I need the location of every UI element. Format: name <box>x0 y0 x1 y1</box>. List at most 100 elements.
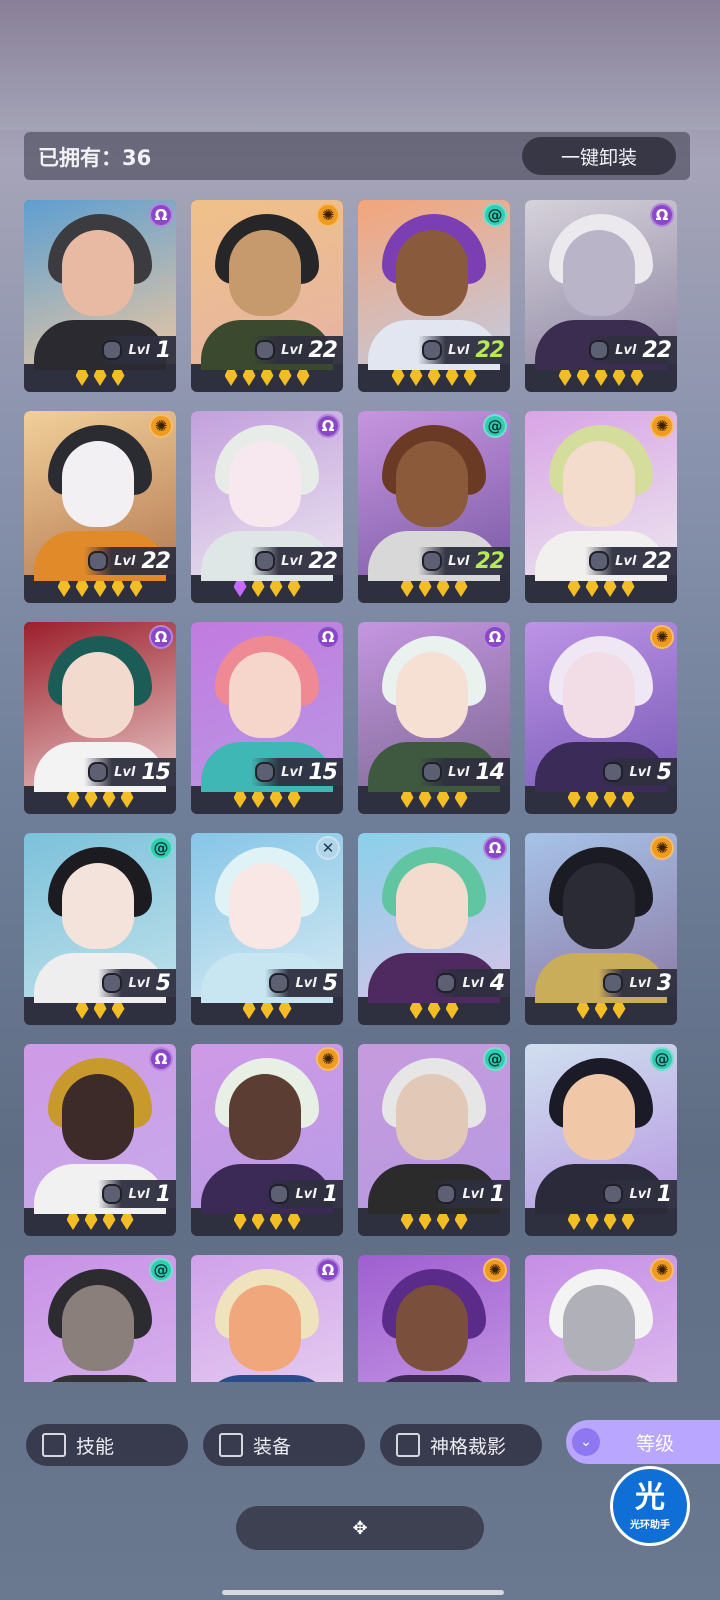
hero-star-rating <box>24 577 176 601</box>
star-gem-icon <box>621 792 635 808</box>
equipment-slot-icon <box>422 551 443 571</box>
skill-filter[interactable]: 技能 <box>26 1424 188 1466</box>
level-prefix: Lvl <box>128 975 150 991</box>
hero-portrait-face <box>62 652 134 738</box>
level-prefix: Lvl <box>448 553 470 569</box>
hero-card[interactable]: ✺ Lvl 22 <box>525 411 677 603</box>
hero-star-rating <box>525 788 677 812</box>
hero-level-value: 5 <box>656 759 672 785</box>
hero-card[interactable]: Ω Lvl 1 <box>24 200 176 392</box>
equipment-slot-icon <box>269 973 290 993</box>
level-prefix: Lvl <box>629 1186 651 1202</box>
hero-star-rating <box>24 788 176 812</box>
star-gem-icon <box>445 370 459 386</box>
star-gem-icon <box>66 792 80 808</box>
home-indicator <box>222 1590 504 1595</box>
star-gem-icon <box>576 1003 590 1019</box>
star-gem-icon <box>630 370 644 386</box>
hero-level-value: 15 <box>141 759 171 785</box>
checkbox-icon <box>42 1433 66 1457</box>
level-sort-label: 等级 <box>636 1432 675 1455</box>
star-gem-icon <box>603 1214 617 1230</box>
hero-star-rating <box>24 999 176 1023</box>
hero-portrait-face <box>229 863 301 949</box>
hero-level-badge: Lvl 1 <box>432 1180 510 1208</box>
hero-grid[interactable]: Ω Lvl 1 ✺ Lvl 22 @ Lvl 22 Ω Lvl 22 ✺ Lvl 22 Ω Lvl 22 @ Lvl 2… <box>24 200 690 1382</box>
hero-card[interactable]: ✺ Lvl 22 <box>191 200 343 392</box>
hero-card[interactable]: ✺ Lvl 22 <box>24 411 176 603</box>
hero-portrait-face <box>396 441 468 527</box>
star-gem-icon <box>102 792 116 808</box>
hero-portrait-face <box>396 863 468 949</box>
hero-card[interactable]: @ Lvl 1 <box>358 1044 510 1236</box>
hero-card[interactable]: Ω Lvl 15 <box>191 622 343 814</box>
hero-card[interactable]: ✺ Lvl 1 <box>191 1044 343 1236</box>
level-prefix: Lvl <box>462 1186 484 1202</box>
unequip-all-button[interactable]: 一键卸装 <box>522 137 676 175</box>
hero-card[interactable]: ✺ Lvl 3 <box>525 833 677 1025</box>
star-gem-icon <box>567 1214 581 1230</box>
hero-card[interactable]: @ Lvl 5 <box>24 833 176 1025</box>
star-gem-icon <box>594 370 608 386</box>
omega-faction-icon: Ω <box>149 625 173 649</box>
hero-card[interactable]: Ω Lvl 15 <box>24 622 176 814</box>
expand-menu-button[interactable]: ✥ <box>236 1506 484 1550</box>
hero-level-value: 1 <box>155 1181 171 1207</box>
hero-card[interactable]: ✕ Lvl 5 <box>191 833 343 1025</box>
star-gem-icon <box>400 1214 414 1230</box>
level-sort-button[interactable]: ⌄ 等级 <box>566 1420 720 1464</box>
equipment-slot-icon <box>255 762 276 782</box>
hero-card[interactable]: @ Lvl 22 <box>358 411 510 603</box>
sun-faction-icon: ✺ <box>316 1047 340 1071</box>
sun-faction-icon: ✺ <box>149 414 173 438</box>
hero-portrait-face <box>62 863 134 949</box>
star-gem-icon <box>418 581 432 597</box>
hero-card[interactable]: Ω <box>191 1255 343 1382</box>
star-gem-icon <box>427 370 441 386</box>
star-gem-icon <box>436 1214 450 1230</box>
hero-portrait-face <box>229 230 301 316</box>
assistant-label: 光环助手 <box>630 1519 670 1531</box>
hero-level-badge: Lvl 1 <box>265 1180 343 1208</box>
hero-card[interactable]: @ <box>24 1255 176 1382</box>
sun-faction-icon: ✺ <box>650 1258 674 1282</box>
hero-card[interactable]: Ω Lvl 22 <box>191 411 343 603</box>
equipment-filter[interactable]: 装备 <box>203 1424 365 1466</box>
hero-card[interactable]: @ Lvl 22 <box>358 200 510 392</box>
hero-portrait-face <box>563 1074 635 1160</box>
hero-level-value: 22 <box>475 337 505 363</box>
star-gem-icon <box>129 581 143 597</box>
omega-faction-icon: Ω <box>316 414 340 438</box>
divinity-filter[interactable]: 神格裁影 <box>380 1424 542 1466</box>
hero-card[interactable]: ✺ <box>525 1255 677 1382</box>
hero-card[interactable]: Ω Lvl 14 <box>358 622 510 814</box>
omega-faction-icon: Ω <box>149 1047 173 1071</box>
level-prefix: Lvl <box>629 764 651 780</box>
star-gem-icon <box>621 581 635 597</box>
skill-filter-label: 技能 <box>76 1435 115 1458</box>
hero-portrait-face <box>229 441 301 527</box>
level-prefix: Lvl <box>448 342 470 358</box>
star-gem-icon <box>233 792 247 808</box>
hero-card[interactable]: @ Lvl 1 <box>525 1044 677 1236</box>
equipment-slot-icon <box>603 762 624 782</box>
assistant-floating-button[interactable]: 光 光环助手 <box>610 1466 690 1546</box>
hero-level-value: 1 <box>656 1181 672 1207</box>
star-gem-icon <box>84 792 98 808</box>
star-gem-icon <box>409 1003 423 1019</box>
hero-level-value: 22 <box>642 548 672 574</box>
double-chevron-down-icon: ⌄ <box>572 1428 600 1456</box>
level-prefix: Lvl <box>128 1186 150 1202</box>
hero-star-rating <box>358 999 510 1023</box>
hero-star-rating <box>525 366 677 390</box>
hero-level-badge: Lvl 22 <box>84 547 176 575</box>
hero-card[interactable]: Ω Lvl 1 <box>24 1044 176 1236</box>
hero-level-badge: Lvl 15 <box>251 758 343 786</box>
star-gem-icon <box>400 792 414 808</box>
hero-card[interactable]: Ω Lvl 4 <box>358 833 510 1025</box>
hero-card[interactable]: ✺ Lvl 5 <box>525 622 677 814</box>
hero-card[interactable]: Ω Lvl 22 <box>525 200 677 392</box>
hero-card[interactable]: ✺ <box>358 1255 510 1382</box>
star-gem-icon <box>260 370 274 386</box>
hero-portrait-body <box>535 1375 667 1382</box>
